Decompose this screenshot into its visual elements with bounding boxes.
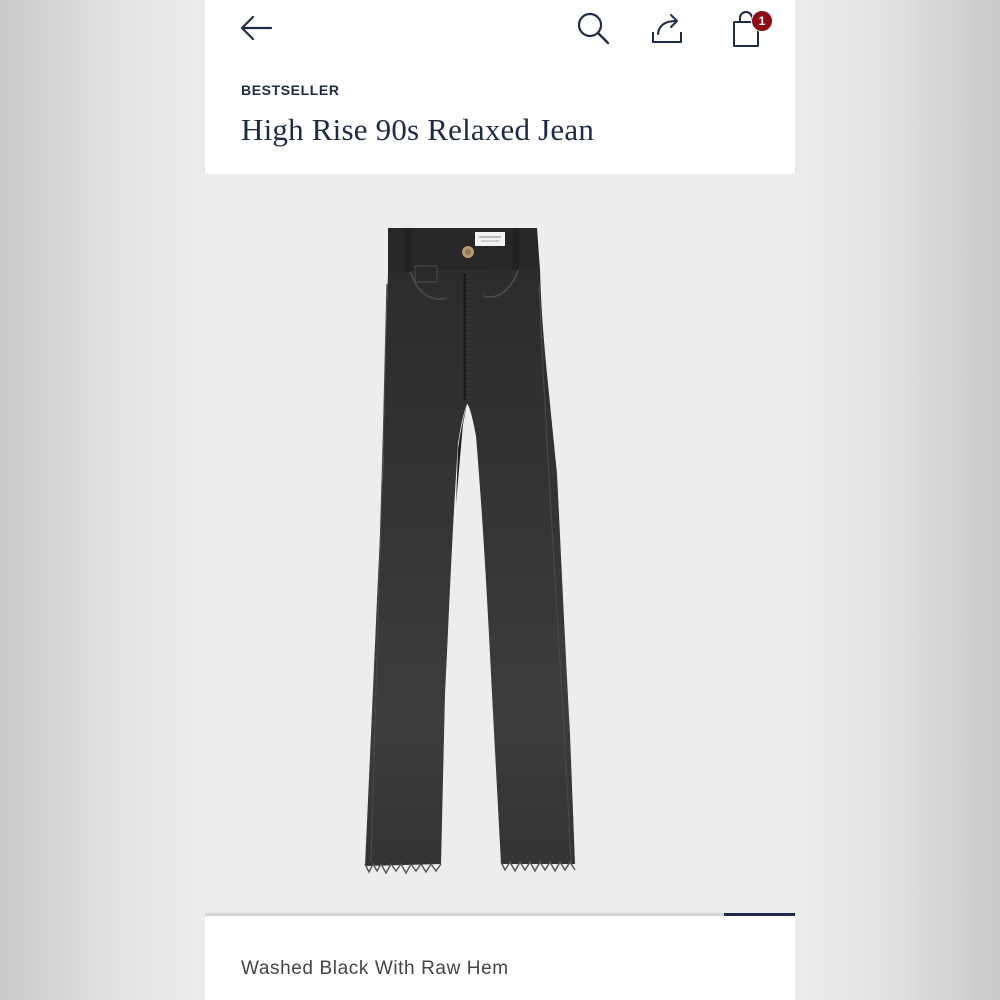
- share-button[interactable]: [647, 8, 687, 48]
- jeans-image: [364, 228, 576, 875]
- search-icon: [577, 12, 610, 45]
- search-button[interactable]: [573, 8, 613, 48]
- gallery-progress-track: [205, 913, 795, 916]
- bag-count-badge: 1: [751, 10, 773, 32]
- product-page: 1 BESTSELLER High Rise 90s Relaxed Jean: [205, 0, 795, 1000]
- share-icon: [652, 14, 682, 43]
- product-title: High Rise 90s Relaxed Jean: [241, 112, 595, 147]
- product-image[interactable]: [205, 174, 795, 914]
- arrow-left-icon: [240, 15, 273, 41]
- back-button[interactable]: [235, 10, 277, 46]
- gallery-progress-indicator: [724, 913, 795, 916]
- bestseller-label: BESTSELLER: [241, 82, 340, 98]
- color-name: Washed Black With Raw Hem: [241, 958, 509, 979]
- shopping-bag-button[interactable]: 1: [723, 6, 773, 50]
- top-navigation-bar: 1: [205, 0, 795, 60]
